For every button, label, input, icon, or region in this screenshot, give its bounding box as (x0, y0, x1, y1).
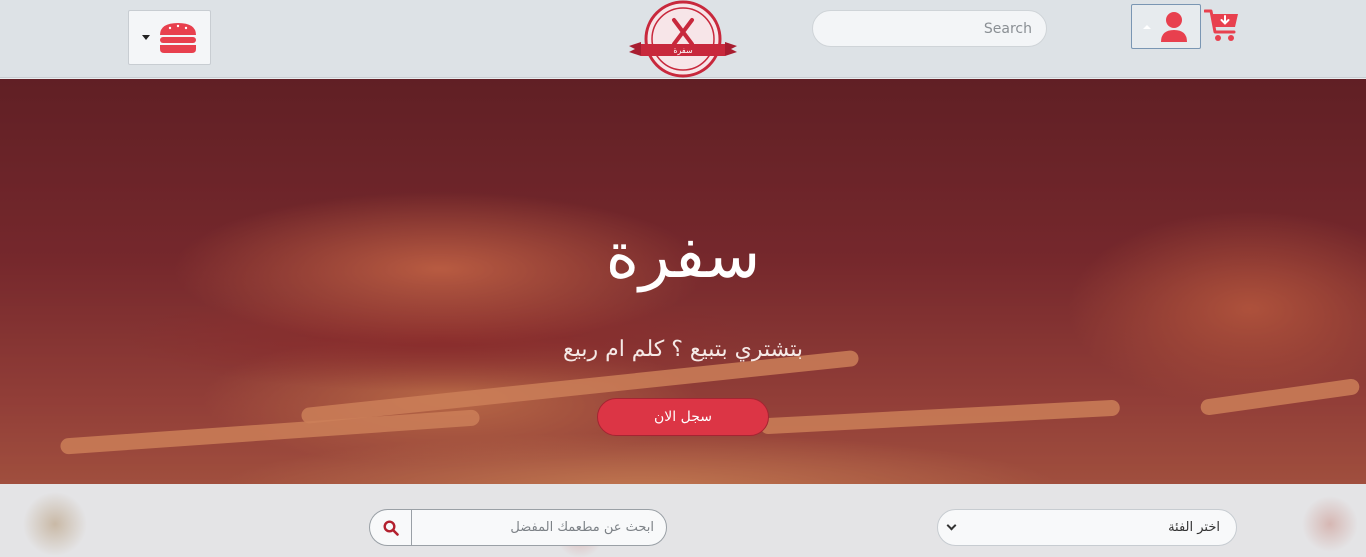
restaurant-search-group (369, 509, 667, 546)
caret-up-icon (1143, 24, 1151, 29)
restaurant-search-input[interactable] (411, 509, 667, 546)
hero-banner: سفرة بتشتري بتبيع ؟ كلم ام ربيع سجل الان (0, 79, 1366, 484)
top-navbar: سفرة (0, 0, 1366, 78)
filter-bar: اختر الفئة (0, 484, 1366, 557)
search-icon (382, 519, 399, 536)
chevron-down-icon (946, 520, 957, 531)
cart-icon[interactable] (1204, 8, 1240, 42)
menu-dropdown-button[interactable] (128, 10, 211, 65)
signup-button[interactable]: سجل الان (597, 398, 769, 436)
user-menu-button[interactable] (1131, 4, 1201, 49)
category-select-label: اختر الفئة (1168, 520, 1220, 535)
hero-subtitle: بتشتري بتبيع ؟ كلم ام ربيع (562, 337, 803, 362)
restaurant-search-button[interactable] (369, 509, 411, 546)
logo-text: سفرة (673, 46, 693, 55)
hero-title: سفرة (605, 219, 761, 293)
user-icon (1161, 11, 1187, 42)
category-select[interactable]: اختر الفئة (937, 509, 1237, 546)
search-input[interactable] (812, 10, 1047, 47)
burger-icon (159, 22, 196, 53)
caret-down-icon (141, 35, 150, 40)
site-logo[interactable]: سفرة (627, 0, 739, 78)
